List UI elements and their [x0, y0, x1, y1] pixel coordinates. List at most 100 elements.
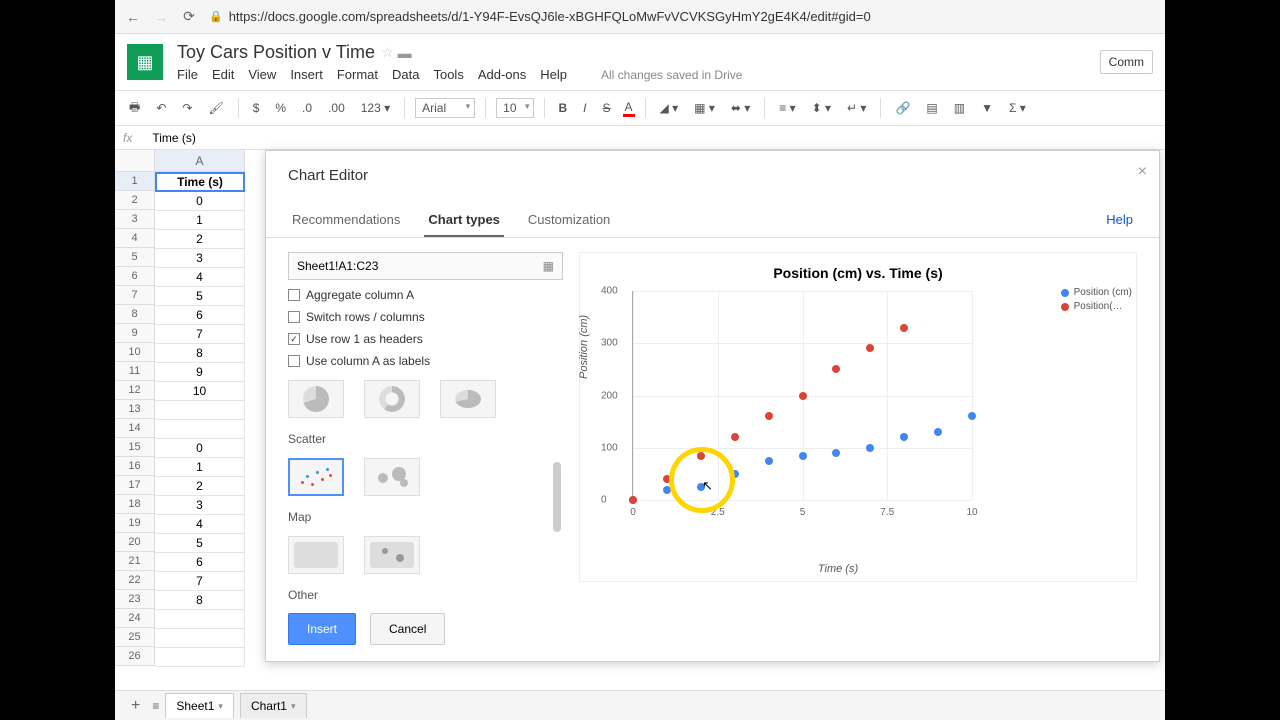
- print-icon[interactable]: 🖶: [125, 96, 144, 121]
- row-header[interactable]: 11: [115, 362, 155, 381]
- cell[interactable]: 1: [155, 458, 245, 477]
- cell[interactable]: 5: [155, 534, 245, 553]
- wrap-button[interactable]: ↵ ▾: [843, 99, 870, 117]
- row-header[interactable]: 16: [115, 457, 155, 476]
- text-color-button[interactable]: A: [623, 100, 635, 117]
- menu-view[interactable]: View: [248, 67, 276, 82]
- row-header[interactable]: 22: [115, 571, 155, 590]
- comment-button[interactable]: Comm: [1100, 50, 1153, 74]
- row-header[interactable]: 12: [115, 381, 155, 400]
- row-header[interactable]: 25: [115, 628, 155, 647]
- chart-type-pie[interactable]: [288, 380, 344, 418]
- menu-tools[interactable]: Tools: [433, 67, 463, 82]
- chart-icon[interactable]: ▥: [950, 99, 969, 117]
- halign-button[interactable]: ≡ ▾: [775, 99, 799, 117]
- cell[interactable]: 2: [155, 230, 245, 249]
- row-header[interactable]: 15: [115, 438, 155, 457]
- sheets-logo[interactable]: ▦: [127, 44, 163, 80]
- cell[interactable]: 3: [155, 249, 245, 268]
- italic-button[interactable]: I: [579, 99, 590, 117]
- forward-button[interactable]: →: [153, 9, 169, 25]
- functions-button[interactable]: Σ ▾: [1005, 99, 1030, 117]
- checkbox-row1-headers[interactable]: [288, 333, 300, 345]
- cell[interactable]: 8: [155, 591, 245, 610]
- paint-format-icon[interactable]: 🖌: [204, 99, 227, 117]
- doc-title[interactable]: Toy Cars Position v Time: [177, 42, 375, 63]
- cell[interactable]: Time (s): [155, 172, 245, 192]
- tab-recommendations[interactable]: Recommendations: [288, 204, 404, 237]
- cell[interactable]: 5: [155, 287, 245, 306]
- tab-chart-types[interactable]: Chart types: [424, 204, 504, 237]
- filter-icon[interactable]: ▼: [977, 99, 997, 117]
- sheet-tab-chart1[interactable]: Chart1 ▾: [240, 693, 307, 718]
- menu-addons[interactable]: Add-ons: [478, 67, 526, 82]
- menu-edit[interactable]: Edit: [212, 67, 234, 82]
- chart-type-geo[interactable]: [288, 536, 344, 574]
- row-header[interactable]: 9: [115, 324, 155, 343]
- corner-cell[interactable]: [115, 150, 155, 172]
- font-size-selector[interactable]: 10: [496, 98, 533, 118]
- cell[interactable]: 0: [155, 192, 245, 211]
- col-header-a[interactable]: A: [155, 150, 245, 172]
- checkbox-aggregate[interactable]: [288, 289, 300, 301]
- redo-icon[interactable]: ↷: [178, 99, 196, 117]
- url-bar[interactable]: 🔒 https://docs.google.com/spreadsheets/d…: [209, 9, 1155, 24]
- help-link[interactable]: Help: [1102, 204, 1137, 237]
- insert-button[interactable]: Insert: [288, 613, 356, 645]
- merge-button[interactable]: ⬌ ▾: [727, 99, 754, 117]
- reload-button[interactable]: ⟳: [181, 9, 197, 25]
- row-header[interactable]: 20: [115, 533, 155, 552]
- row-header[interactable]: 18: [115, 495, 155, 514]
- all-sheets-button[interactable]: ≡: [152, 699, 159, 713]
- cell[interactable]: 7: [155, 572, 245, 591]
- menu-help[interactable]: Help: [540, 67, 567, 82]
- row-header[interactable]: 21: [115, 552, 155, 571]
- number-format-button[interactable]: 123 ▾: [357, 99, 394, 117]
- link-icon[interactable]: 🔗: [891, 99, 914, 117]
- row-header[interactable]: 14: [115, 419, 155, 438]
- row-header[interactable]: 13: [115, 400, 155, 419]
- comment-icon[interactable]: ▤: [922, 99, 941, 117]
- chart-type-donut[interactable]: [364, 380, 420, 418]
- cell[interactable]: 0: [155, 439, 245, 458]
- cell[interactable]: 1: [155, 211, 245, 230]
- checkbox-colA-labels[interactable]: [288, 355, 300, 367]
- undo-icon[interactable]: ↶: [152, 99, 170, 117]
- row-header[interactable]: 7: [115, 286, 155, 305]
- cell[interactable]: [155, 401, 245, 420]
- add-sheet-button[interactable]: +: [125, 697, 146, 715]
- chart-type-pie3d[interactable]: [440, 380, 496, 418]
- currency-button[interactable]: $: [249, 99, 264, 117]
- row-header[interactable]: 23: [115, 590, 155, 609]
- cell[interactable]: 2: [155, 477, 245, 496]
- row-header[interactable]: 1: [115, 172, 155, 191]
- fill-color-button[interactable]: ◢ ▾: [656, 99, 683, 117]
- dec-more-button[interactable]: .00: [324, 99, 349, 117]
- cell[interactable]: [155, 629, 245, 648]
- checkbox-switch[interactable]: [288, 311, 300, 323]
- strike-button[interactable]: S: [599, 99, 615, 117]
- cell[interactable]: 3: [155, 496, 245, 515]
- row-header[interactable]: 10: [115, 343, 155, 362]
- menu-data[interactable]: Data: [392, 67, 419, 82]
- back-button[interactable]: ←: [125, 9, 141, 25]
- menu-insert[interactable]: Insert: [290, 67, 323, 82]
- formula-bar[interactable]: fx Time (s): [115, 126, 1165, 150]
- row-header[interactable]: 6: [115, 267, 155, 286]
- cell[interactable]: 7: [155, 325, 245, 344]
- sheet-tab-sheet1[interactable]: Sheet1 ▾: [165, 693, 234, 718]
- cell[interactable]: 9: [155, 363, 245, 382]
- cell[interactable]: 10: [155, 382, 245, 401]
- menu-file[interactable]: File: [177, 67, 198, 82]
- bold-button[interactable]: B: [555, 99, 572, 117]
- dec-less-button[interactable]: .0: [298, 99, 316, 117]
- cell[interactable]: 4: [155, 268, 245, 287]
- borders-button[interactable]: ▦ ▾: [690, 99, 719, 117]
- row-header[interactable]: 2: [115, 191, 155, 210]
- cell[interactable]: 6: [155, 306, 245, 325]
- cell[interactable]: [155, 420, 245, 439]
- percent-button[interactable]: %: [271, 99, 290, 117]
- data-range-input[interactable]: Sheet1!A1:C23 ▦: [288, 252, 563, 280]
- valign-button[interactable]: ⬍ ▾: [808, 99, 835, 117]
- cell[interactable]: [155, 610, 245, 629]
